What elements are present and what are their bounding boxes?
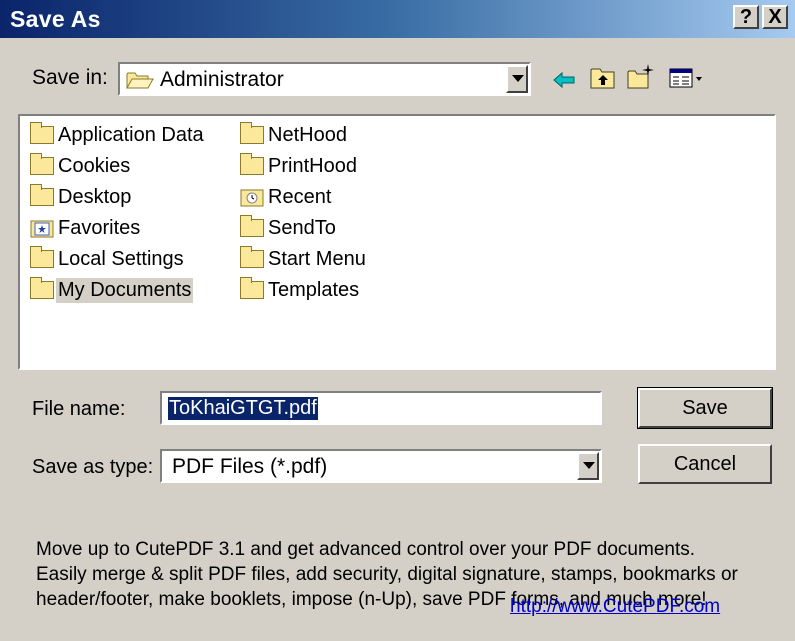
list-item-label: Desktop: [58, 186, 132, 208]
title-bar[interactable]: Save As ? X: [0, 0, 795, 38]
promo-line-2: Easily merge & split PDF files, add secu…: [36, 564, 738, 585]
folder-icon: [240, 153, 264, 175]
save-as-type-label: Save as type:: [32, 456, 154, 478]
folder-icon: [30, 122, 54, 144]
folder-icon: [240, 122, 264, 144]
list-item-label: Local Settings: [58, 248, 184, 270]
close-button[interactable]: X: [762, 5, 788, 29]
save-button[interactable]: Save: [637, 387, 773, 429]
folder-icon: [30, 277, 54, 299]
folder-open-icon: [126, 70, 154, 90]
file-name-value: ToKhaiGTGT.pdf: [168, 397, 318, 420]
cancel-button[interactable]: Cancel: [638, 444, 772, 484]
recent-folder-icon: [240, 188, 264, 207]
folder-icon: [240, 246, 264, 268]
save-as-type-dropdown-arrow-icon[interactable]: [577, 452, 599, 480]
folder-icon: [30, 184, 54, 206]
save-as-dialog: Save As ? X Save in: Administrator Appli…: [0, 0, 795, 641]
save-in-value: Administrator: [160, 68, 284, 91]
new-folder-icon[interactable]: [626, 62, 656, 90]
list-item-label: SendTo: [268, 217, 336, 239]
file-name-field[interactable]: ToKhaiGTGT.pdf: [160, 391, 602, 425]
list-item-label: Application Data: [58, 124, 204, 146]
list-item-label: Start Menu: [268, 248, 366, 270]
list-item-label: Favorites: [58, 217, 141, 239]
favorites-folder-icon: [30, 219, 54, 238]
up-one-level-icon[interactable]: [588, 64, 618, 92]
list-item-label: PrintHood: [268, 155, 357, 177]
list-item-label: Recent: [268, 186, 332, 208]
view-menu-icon[interactable]: [668, 66, 706, 94]
save-as-type-dropdown[interactable]: PDF Files (*.pdf): [160, 449, 602, 483]
file-list[interactable]: Application Data Cookies Desktop Favorit…: [18, 114, 776, 370]
folder-icon: [240, 215, 264, 237]
folder-icon: [30, 246, 54, 268]
folder-icon: [240, 277, 264, 299]
list-item-label: Cookies: [58, 155, 131, 177]
cutepdf-link[interactable]: http://www.CutePDF.com: [510, 596, 720, 618]
folder-icon: [30, 153, 54, 175]
list-item-label: My Documents: [56, 278, 194, 303]
save-in-label: Save in:: [32, 66, 108, 89]
list-item-label: NetHood: [268, 124, 347, 146]
help-button[interactable]: ?: [733, 5, 759, 29]
save-in-dropdown-arrow-icon[interactable]: [506, 65, 528, 93]
file-name-label: File name:: [32, 398, 126, 420]
back-arrow-icon[interactable]: [550, 66, 580, 94]
save-as-type-value: PDF Files (*.pdf): [172, 455, 328, 478]
save-in-dropdown[interactable]: Administrator: [118, 62, 531, 96]
window-title: Save As: [10, 6, 101, 32]
list-item-label: Templates: [268, 279, 360, 301]
promo-line-1: Move up to CutePDF 3.1 and get advanced …: [36, 539, 696, 560]
